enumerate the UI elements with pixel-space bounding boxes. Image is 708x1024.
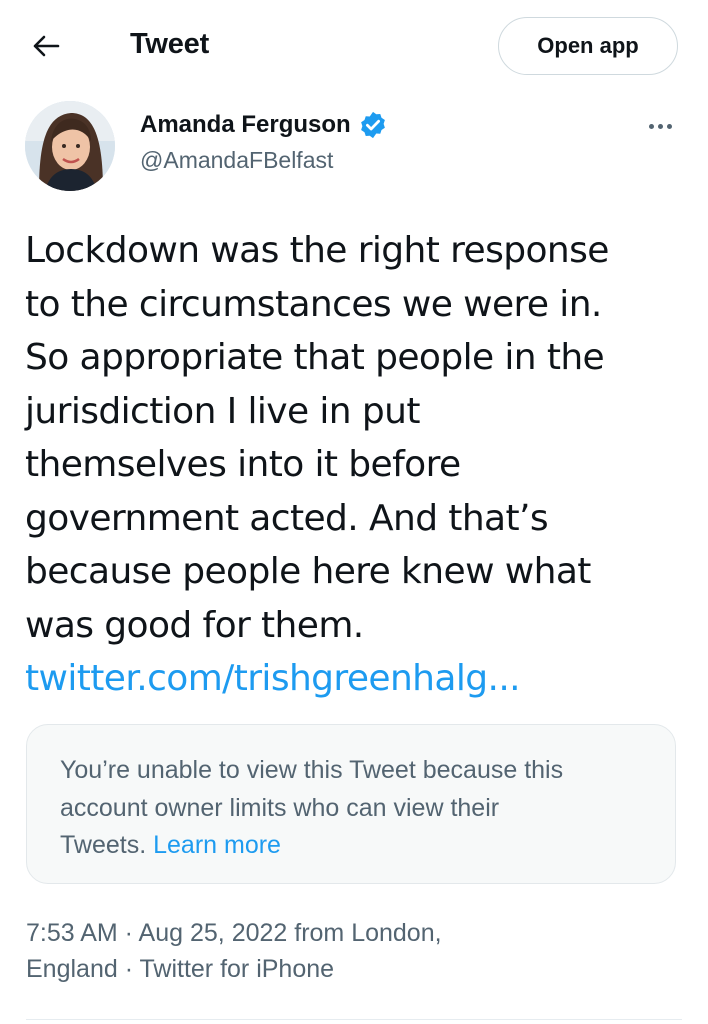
tweet-link[interactable]: twitter.com/trishgreenhalg... (25, 652, 690, 706)
tweet-text-line: jurisdiction I live in put (25, 390, 420, 432)
tweet-text-line: to the circumstances we were in. (25, 283, 602, 325)
back-button[interactable] (26, 26, 66, 66)
author-name-text: Amanda Ferguson (140, 111, 351, 138)
quote-notice-line: Tweets. (60, 831, 147, 859)
author-handle[interactable]: @AmandaFBelfast (140, 147, 333, 174)
page-title: Tweet (130, 28, 210, 60)
top-bar: Tweet Open app (0, 0, 708, 92)
tweet-text-line: themselves into it before (25, 444, 461, 485)
more-options-button[interactable] (640, 114, 680, 138)
author-name[interactable]: Amanda Ferguson (140, 110, 388, 140)
source-line: England · Twitter for iPhone (26, 955, 335, 983)
tweet-text: Lockdown was the right response to the c… (25, 224, 690, 706)
timestamp-line[interactable]: 7:53 AM · Aug 25, 2022 from London, (26, 915, 686, 951)
divider (26, 1019, 682, 1020)
learn-more-link[interactable]: Learn more (153, 831, 281, 859)
avatar-image (25, 101, 115, 191)
quote-notice-line: You’re unable to view this Tweet because… (60, 756, 564, 784)
tweet-text-line: So appropriate that people in the (25, 337, 605, 378)
arrow-left-icon (33, 35, 60, 57)
verified-badge-icon (358, 110, 388, 140)
tweet-text-line: government acted. And that’s (25, 497, 549, 539)
tweet-text-line: Lockdown was the right response (25, 230, 609, 271)
tweet-page: Tweet Open app Amanda Ferguson @AmandaFB… (0, 0, 708, 1024)
quote-notice-line: account owner limits who can view their (60, 793, 500, 822)
avatar[interactable] (25, 101, 115, 191)
unavailable-quote-card[interactable]: You’re unable to view this Tweet because… (26, 724, 676, 884)
tweet-text-line: was good for them. (25, 604, 364, 646)
tweet-text-line: because people here knew what (25, 551, 591, 592)
open-app-button[interactable]: Open app (498, 17, 678, 75)
tweet-metadata: 7:53 AM · Aug 25, 2022 from London, Engl… (26, 915, 686, 987)
quote-notice-last-line: Tweets. Learn more (60, 827, 647, 865)
more-horizontal-icon (648, 123, 672, 129)
